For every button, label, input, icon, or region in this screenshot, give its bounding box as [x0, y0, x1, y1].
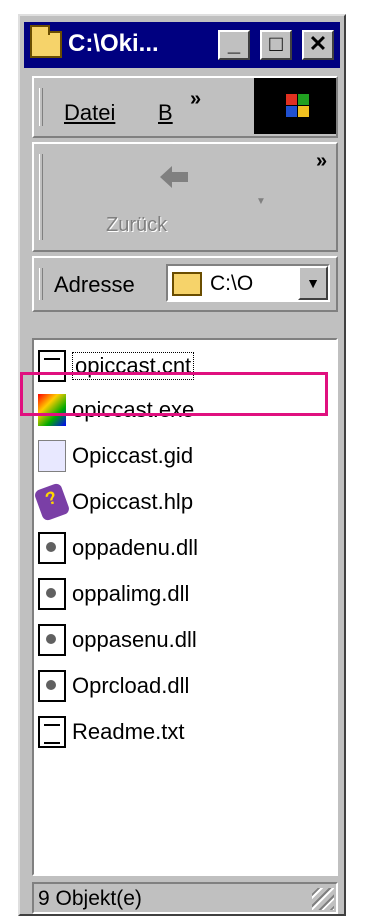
dll-icon	[38, 532, 66, 564]
window-title: C:\Oki...	[68, 30, 159, 57]
menu-overflow-chevron-icon[interactable]: »	[190, 88, 201, 111]
list-item[interactable]: Oprcload.dll	[38, 666, 189, 706]
address-value[interactable]: C:\O	[210, 272, 253, 296]
back-dropdown-icon[interactable]: ▼	[256, 196, 266, 207]
status-text: 9 Objekt(e)	[38, 887, 142, 910]
dll-icon	[38, 670, 66, 702]
minimize-button[interactable]: _	[218, 30, 250, 60]
back-arrow-icon[interactable]	[160, 166, 188, 188]
menu-bar: Datei B »	[32, 76, 338, 138]
address-bar: Adresse C:\O ▼	[32, 256, 338, 312]
list-item[interactable]: Opiccast.gid	[38, 436, 193, 476]
status-bar: 9 Objekt(e)	[32, 882, 338, 914]
menu-b[interactable]: B	[158, 100, 173, 126]
file-name[interactable]: Opiccast.hlp	[72, 489, 193, 515]
resize-grip-icon[interactable]	[312, 888, 334, 910]
address-field[interactable]: C:\O ▼	[166, 264, 330, 302]
file-name[interactable]: Opiccast.gid	[72, 443, 193, 469]
address-dropdown-button[interactable]: ▼	[298, 266, 328, 300]
dll-icon	[38, 624, 66, 656]
gid-icon	[38, 440, 66, 472]
selection-highlight	[20, 372, 328, 416]
list-item[interactable]: oppasenu.dll	[38, 620, 197, 660]
toolbar-overflow-chevron-icon[interactable]: »	[316, 150, 327, 173]
dll-icon	[38, 578, 66, 610]
menu-grip[interactable]	[39, 88, 43, 126]
explorer-window: C:\Oki... _ □ ✕ Datei B » ▼ Zurück » Adr…	[18, 14, 346, 916]
address-grip[interactable]	[39, 268, 43, 300]
back-button-label[interactable]: Zurück	[106, 214, 167, 237]
file-name[interactable]: oppasenu.dll	[72, 627, 197, 653]
list-item[interactable]: Opiccast.hlp	[33, 482, 193, 522]
list-item[interactable]: oppadenu.dll	[38, 528, 198, 568]
list-item[interactable]: oppalimg.dll	[38, 574, 189, 614]
menu-datei[interactable]: Datei	[64, 100, 115, 126]
folder-icon	[30, 25, 62, 58]
address-label: Adresse	[54, 272, 135, 297]
text-file-icon	[38, 716, 66, 748]
toolbar: ▼ Zurück »	[32, 142, 338, 252]
file-name[interactable]: Oprcload.dll	[72, 673, 189, 699]
close-button[interactable]: ✕	[302, 30, 334, 60]
maximize-button[interactable]: □	[260, 30, 292, 60]
help-book-icon	[33, 482, 71, 522]
file-name[interactable]: Readme.txt	[72, 719, 185, 745]
address-folder-icon	[172, 272, 202, 296]
windows-logo-icon	[254, 78, 336, 134]
file-name[interactable]: oppadenu.dll	[72, 535, 198, 561]
file-list[interactable]: opiccast.cnt opiccast.exe Opiccast.gid O…	[32, 338, 338, 876]
toolbar-grip[interactable]	[39, 154, 43, 240]
file-name[interactable]: oppalimg.dll	[72, 581, 189, 607]
list-item[interactable]: Readme.txt	[38, 712, 185, 752]
title-bar[interactable]: C:\Oki... _ □ ✕	[24, 22, 340, 68]
